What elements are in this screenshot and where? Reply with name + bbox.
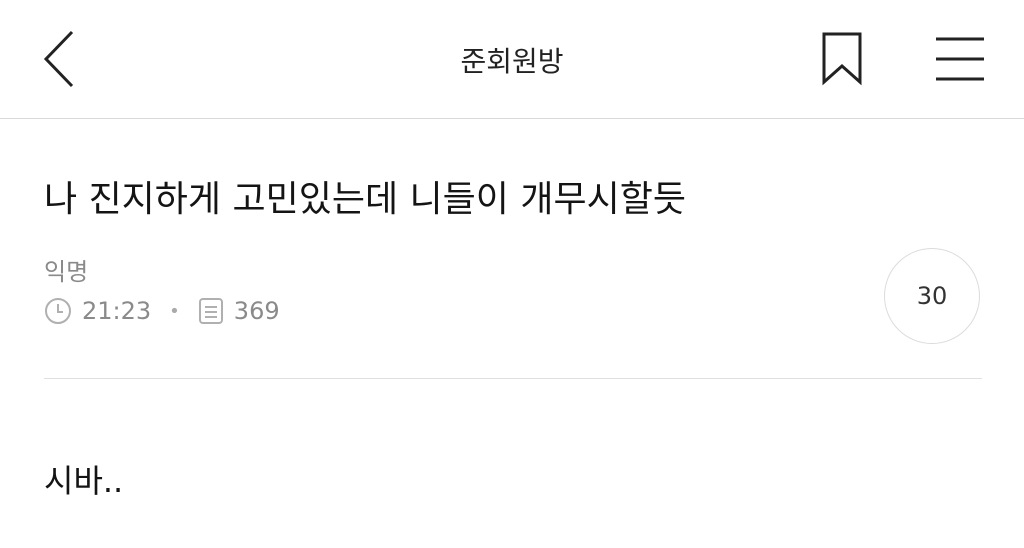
comment-count-button[interactable]: 30 xyxy=(884,248,980,344)
view-count: 369 xyxy=(233,297,280,325)
divider xyxy=(44,378,982,379)
board-title: 준회원방 xyxy=(460,45,564,78)
bookmark-icon xyxy=(822,32,862,86)
meta-separator: • xyxy=(169,300,180,322)
post-time: 21:23 xyxy=(82,297,152,325)
view-count-icon xyxy=(198,298,223,324)
top-navigation-bar: 준회원방 xyxy=(0,0,1024,119)
post-meta: 21:23 • 369 xyxy=(44,294,280,328)
post-title: 나 진지하게 고민있는데 니들이 개무시할듯 xyxy=(44,179,686,220)
clock-icon xyxy=(45,298,71,324)
menu-button[interactable] xyxy=(934,34,988,84)
hamburger-menu-icon xyxy=(936,37,984,81)
post-body: 시바.. xyxy=(44,462,124,500)
post-author: 익명 xyxy=(44,258,89,286)
bookmark-button[interactable] xyxy=(818,30,866,88)
